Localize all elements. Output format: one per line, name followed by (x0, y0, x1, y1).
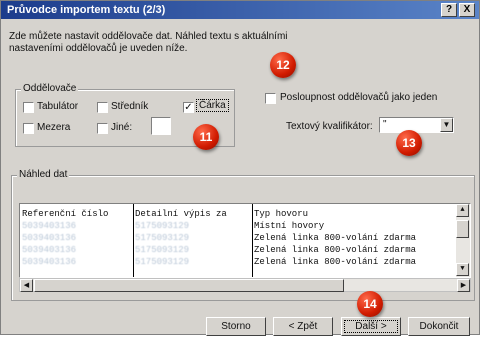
preview-horizontal-scrollbar[interactable]: ◀ ▶ (19, 278, 471, 292)
scroll-thumb[interactable] (34, 279, 344, 292)
help-button[interactable]: ? (441, 3, 457, 17)
preview-column-3: Typ hovoru Místní hovory Zelená linka 80… (254, 208, 454, 277)
scroll-down-icon[interactable]: ▼ (456, 263, 469, 276)
close-button[interactable]: X (459, 3, 475, 17)
space-checkbox[interactable] (23, 123, 34, 134)
scroll-left-icon[interactable]: ◀ (20, 279, 33, 292)
preview-cell: 5039403136 (22, 233, 77, 243)
tab-label[interactable]: Tabulátor (37, 101, 78, 112)
preview-column-1: Referenční číslo 5039403136 5039403136 5… (22, 208, 132, 277)
delimiters-group-label: Oddělovače (21, 83, 79, 94)
title-bar[interactable]: Průvodce importem textu (2/3) ? X (1, 1, 479, 19)
cancel-button[interactable]: Storno (206, 317, 266, 336)
finish-button[interactable]: Dokončit (408, 317, 470, 336)
chevron-down-icon[interactable]: ▼ (440, 118, 453, 132)
scroll-thumb[interactable] (456, 220, 469, 238)
semicolon-label[interactable]: Středník (111, 101, 148, 112)
text-qualifier-label: Textový kvalifikátor: (286, 121, 373, 132)
consecutive-delimiters-label[interactable]: Posloupnost oddělovačů jako jeden (280, 92, 437, 103)
scroll-right-icon[interactable]: ▶ (457, 279, 470, 292)
preview-cell: Místní hovory (254, 221, 325, 231)
import-wizard-window: Průvodce importem textu (2/3) ? X Zde mů… (0, 0, 480, 336)
intro-text-line2: nastaveními oddělovačů je uveden níže. (9, 43, 188, 54)
preview-cell: Zelená linka 800-volání zdarma (254, 257, 417, 267)
other-delimiter-input[interactable] (151, 117, 171, 135)
comma-label[interactable]: Čárka (196, 99, 229, 112)
callout-badge-13: 13 (396, 130, 422, 156)
preview-cell: Detailní výpis za (135, 209, 227, 219)
preview-vertical-scrollbar[interactable]: ▲ ▼ (456, 204, 470, 277)
preview-group-label: Náhled dat (17, 169, 70, 180)
preview-cell: 5175093129 (135, 221, 190, 231)
preview-cell: 5039403136 (22, 245, 77, 255)
other-label[interactable]: Jiné: (111, 122, 132, 133)
preview-cell: 5175093129 (135, 233, 190, 243)
preview-cell: 5175093129 (135, 245, 190, 255)
scroll-up-icon[interactable]: ▲ (456, 204, 469, 217)
preview-cell: 5039403136 (22, 257, 77, 267)
other-checkbox[interactable] (97, 123, 108, 134)
preview-cell: 5039403136 (22, 221, 77, 231)
preview-column-2: Detailní výpis za 5175093129 5175093129 … (135, 208, 250, 277)
data-preview-table[interactable]: Referenční číslo 5039403136 5039403136 5… (19, 203, 471, 278)
semicolon-checkbox[interactable] (97, 102, 108, 113)
next-button[interactable]: Další > (341, 317, 401, 336)
callout-badge-12: 12 (270, 52, 296, 78)
checkmark-icon: ✓ (184, 102, 193, 113)
preview-cell: Zelená linka 800-volání zdarma (254, 245, 417, 255)
text-qualifier-select[interactable]: " ▼ (379, 117, 454, 133)
preview-cell: Typ hovoru (254, 209, 309, 219)
preview-cell: Referenční číslo (22, 209, 109, 219)
column-separator[interactable] (252, 204, 253, 277)
window-title: Průvodce importem textu (2/3) (7, 4, 166, 16)
intro-text-line1: Zde můžete nastavit oddělovače dat. Náhl… (9, 31, 288, 42)
preview-cell: 5175093129 (135, 257, 190, 267)
space-label[interactable]: Mezera (37, 122, 70, 133)
tab-checkbox[interactable] (23, 102, 34, 113)
callout-badge-14: 14 (357, 291, 383, 317)
column-separator[interactable] (133, 204, 134, 277)
text-qualifier-value: " (383, 119, 387, 130)
callout-badge-11: 11 (193, 124, 219, 150)
comma-checkbox[interactable]: ✓ (183, 102, 194, 113)
preview-cell: Zelená linka 800-volání zdarma (254, 233, 417, 243)
back-button[interactable]: < Zpět (273, 317, 333, 336)
consecutive-delimiters-checkbox[interactable] (265, 93, 276, 104)
